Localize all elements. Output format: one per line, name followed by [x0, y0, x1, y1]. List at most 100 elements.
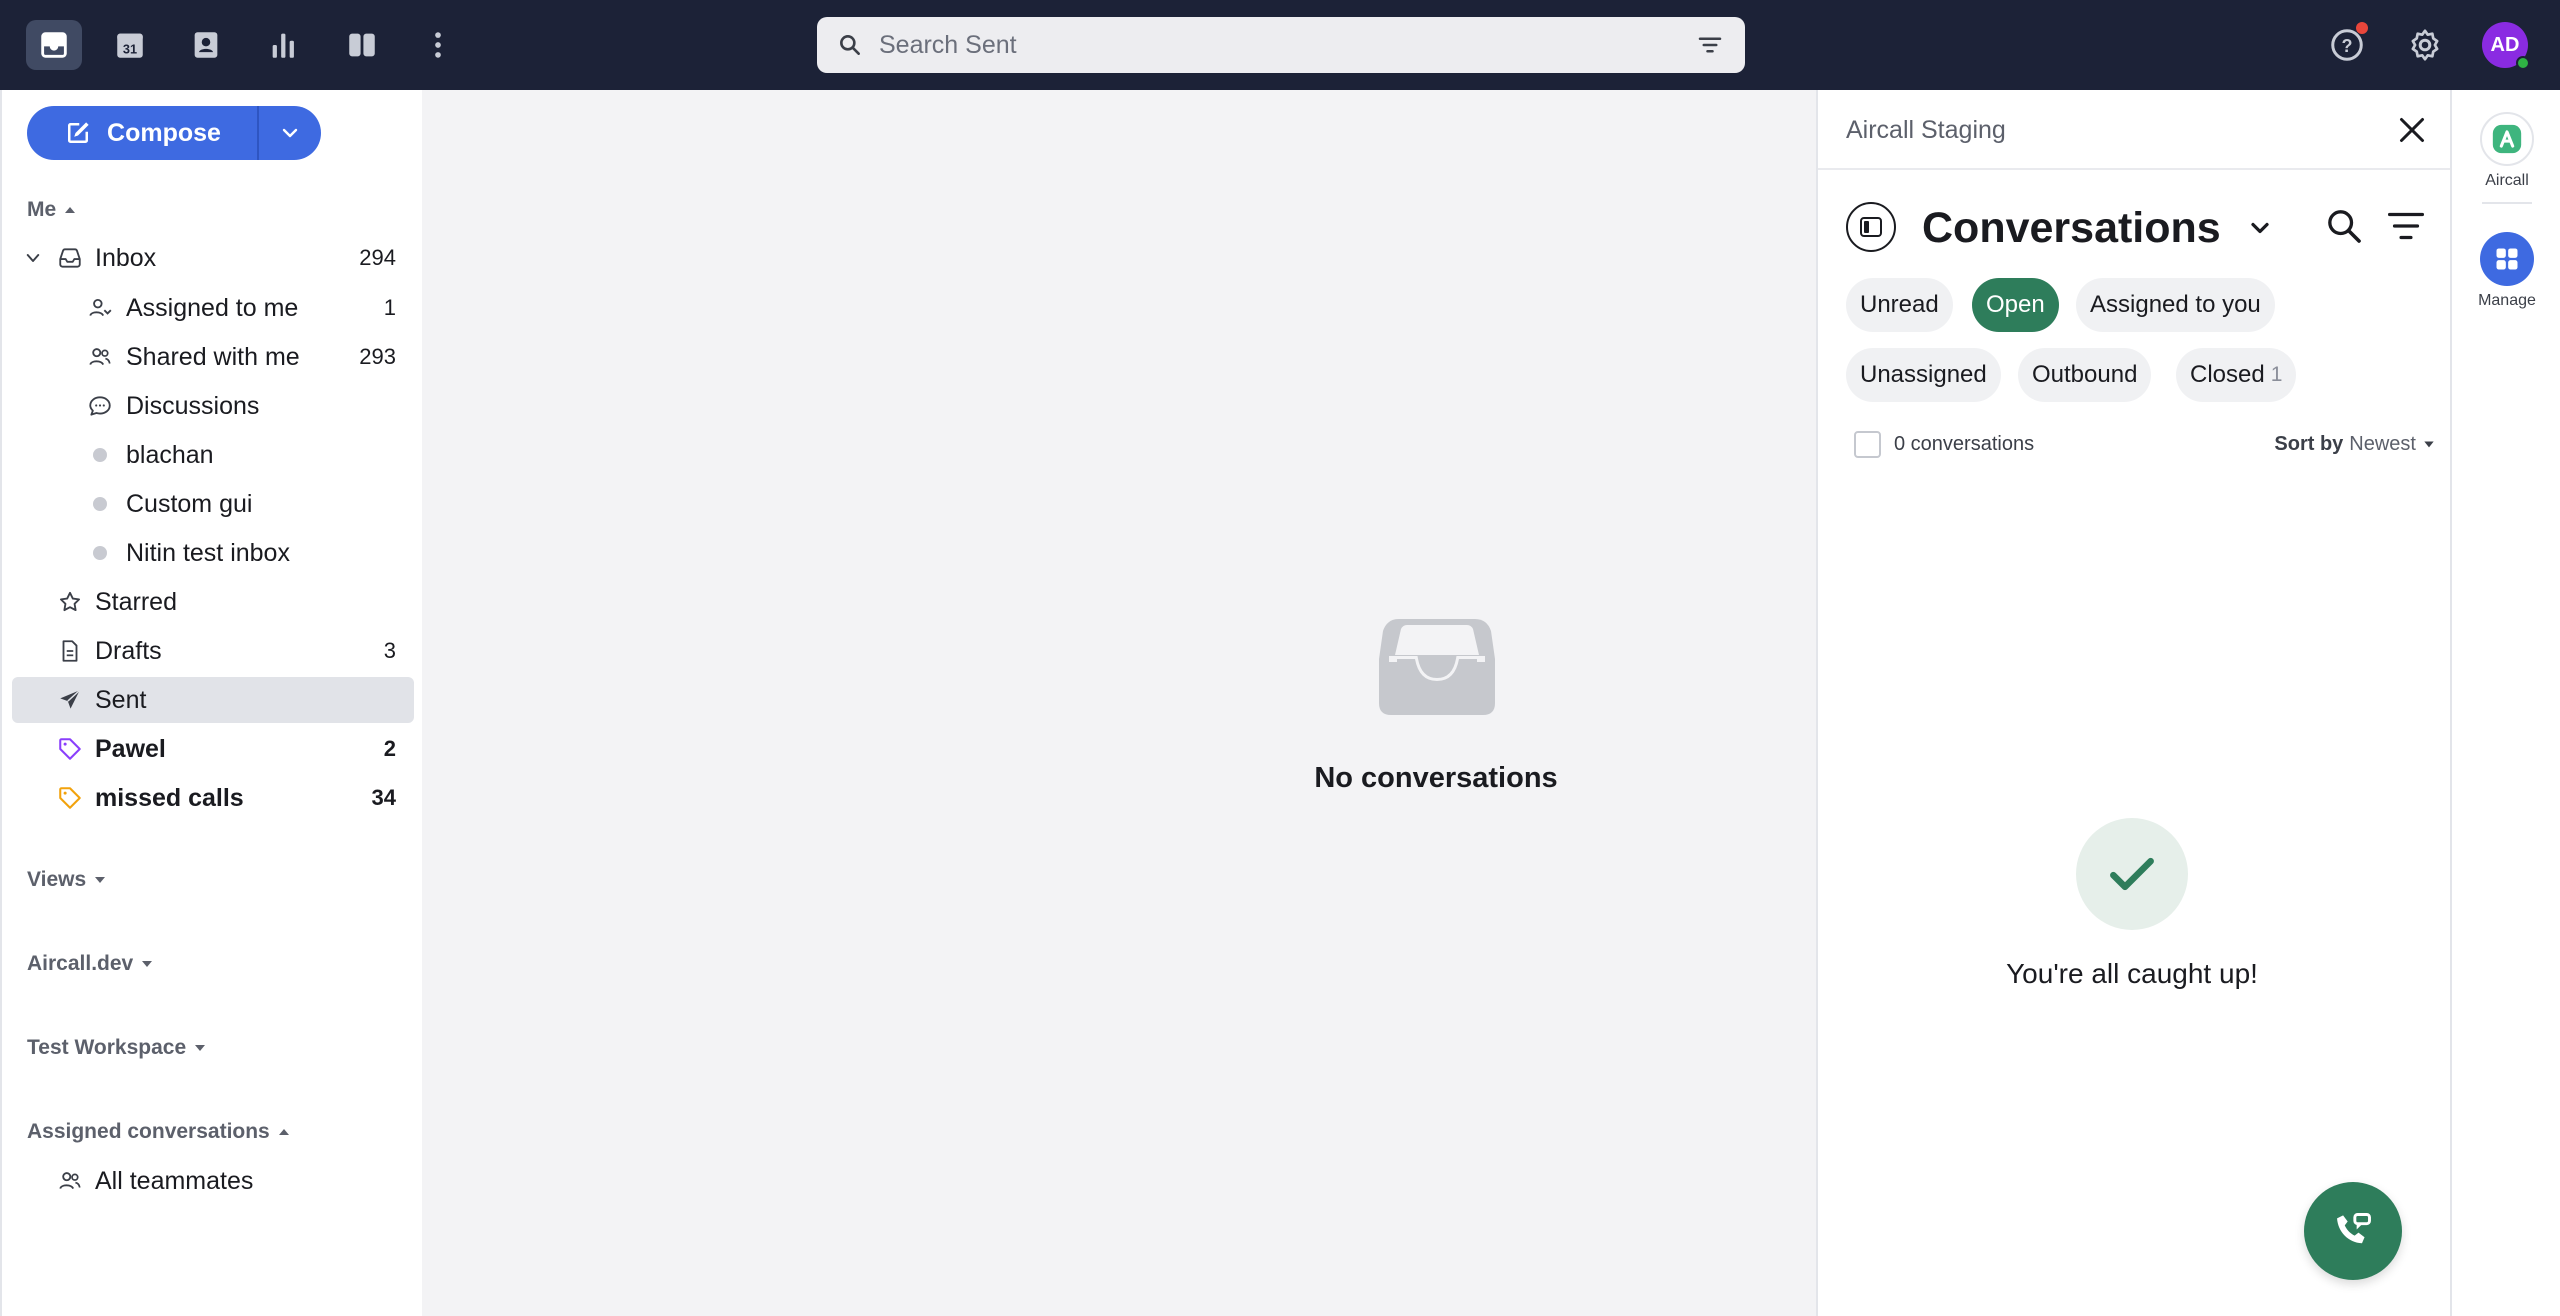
sidebar-item-all-teammates[interactable]: All teammates: [12, 1158, 414, 1204]
sidebar-item-sent[interactable]: Sent: [12, 677, 414, 723]
sidebar-item-custom-gui[interactable]: Custom gui: [12, 481, 414, 527]
sidebar-item-count: 293: [359, 344, 396, 369]
caret-down-icon: [95, 877, 106, 883]
sidebar-item-label: Starred: [95, 587, 177, 616]
section-me[interactable]: Me: [27, 198, 76, 222]
sort-label: Sort by: [2274, 433, 2344, 455]
sidebar-item-drafts[interactable]: Drafts 3: [12, 628, 414, 674]
sidebar-item-blachan[interactable]: blachan: [12, 432, 414, 478]
draft-document-icon: [56, 637, 84, 665]
search-icon: [840, 35, 860, 55]
caret-down-icon: [142, 961, 153, 967]
select-all-checkbox[interactable]: [1854, 431, 1881, 458]
more-vertical-icon[interactable]: [410, 20, 466, 70]
rail-app-label: Aircall: [2485, 172, 2529, 189]
sidebar-item-label: Assigned to me: [126, 293, 299, 322]
chevron-down-icon[interactable]: [24, 249, 42, 267]
chevron-down-icon[interactable]: [2246, 214, 2274, 242]
aircall-logo-icon: [2480, 112, 2534, 166]
compose-button[interactable]: Compose: [27, 106, 259, 160]
filter-chip-closed[interactable]: Closed 1: [2176, 348, 2297, 402]
avatar[interactable]: AD: [2482, 22, 2530, 70]
sidebar-item-inbox[interactable]: Inbox 294: [12, 235, 414, 281]
section-aircall-dev-label: Aircall.dev: [27, 952, 134, 975]
sidebar-item-shared-with-me[interactable]: Shared with me 293: [12, 334, 414, 380]
avatar-initials: AD: [2490, 33, 2520, 56]
filter-chip-outbound[interactable]: Outbound: [2018, 348, 2152, 402]
conversations-title: Conversations: [1922, 204, 2221, 252]
caret-down-icon: [195, 1045, 206, 1051]
discussion-bubble-icon: [86, 392, 114, 420]
section-assigned-conversations-label: Assigned conversations: [27, 1120, 270, 1143]
search-icon[interactable]: [2324, 206, 2364, 246]
inbox-icon: [56, 244, 84, 272]
compose-dropdown-button[interactable]: [259, 106, 321, 160]
sort-value: Newest: [2349, 433, 2416, 455]
search-filter-icon[interactable]: [1695, 30, 1725, 60]
sidebar: Compose Me Inbox 294 Assigned to me 1 Sh…: [0, 90, 422, 1316]
split-view-icon[interactable]: [334, 20, 390, 70]
section-me-label: Me: [27, 198, 57, 221]
filter-icon[interactable]: [2386, 208, 2426, 244]
sidebar-item-count: 2: [383, 736, 396, 761]
sidebar-item-label: Nitin test inbox: [126, 538, 290, 567]
sidebar-item-label: missed calls: [95, 783, 244, 812]
filter-chip-unread[interactable]: Unread: [1846, 278, 1953, 332]
panel-header: Aircall Staging: [1818, 90, 2452, 170]
panel-title: Aircall Staging: [1846, 116, 2006, 144]
aircall-panel: Aircall Staging Conversations Unread Ope…: [1816, 90, 2452, 1316]
conversations-header: Conversations: [1846, 200, 2436, 252]
top-bar: 31 Search Sent ? AD: [0, 0, 2560, 90]
section-test-workspace[interactable]: Test Workspace: [27, 1036, 206, 1060]
section-views-label: Views: [27, 868, 87, 891]
section-aircall-dev[interactable]: Aircall.dev: [27, 952, 153, 976]
sidebar-item-label: blachan: [126, 440, 214, 469]
compose-button-group: Compose: [27, 106, 321, 160]
sidebar-item-label: Sent: [95, 685, 147, 714]
conversation-count: 0 conversations: [1894, 433, 2035, 455]
all-caught-up-icon: [2076, 818, 2188, 930]
section-assigned-conversations[interactable]: Assigned conversations: [27, 1120, 290, 1144]
phone-icon: [2337, 1213, 2371, 1244]
caret-up-icon: [278, 1129, 289, 1135]
rail-app-aircall[interactable]: Aircall: [2452, 112, 2560, 190]
contacts-icon[interactable]: [178, 20, 234, 70]
inbox-app-icon[interactable]: [26, 20, 82, 70]
caret-down-icon: [2424, 441, 2434, 447]
filter-chip-unassigned[interactable]: Unassigned: [1846, 348, 2001, 402]
filter-chip-assigned-to-you[interactable]: Assigned to you: [2076, 278, 2275, 332]
analytics-icon[interactable]: [256, 20, 312, 70]
help-icon[interactable]: ?: [2324, 22, 2370, 68]
bullet-icon: [86, 441, 114, 469]
rail-app-label: Manage: [2478, 292, 2536, 309]
rail-app-manage[interactable]: Manage: [2452, 232, 2560, 310]
bullet-icon: [86, 490, 114, 518]
sidebar-item-missed-calls[interactable]: missed calls 34: [12, 775, 414, 821]
sidebar-item-count: 1: [383, 295, 396, 320]
inbox-tray-icon: [1379, 619, 1495, 715]
section-views[interactable]: Views: [27, 868, 106, 892]
sidebar-item-assigned-to-me[interactable]: Assigned to me 1: [12, 285, 414, 331]
compose-label: Compose: [107, 118, 221, 147]
empty-inbox-icon: [958, 528, 1316, 714]
sidebar-item-nitin-test-inbox[interactable]: Nitin test inbox: [12, 530, 414, 576]
section-test-workspace-label: Test Workspace: [27, 1036, 187, 1059]
filter-chip-open[interactable]: Open: [1972, 278, 2059, 332]
sidebar-item-discussions[interactable]: Discussions: [12, 383, 414, 429]
notification-dot: [2356, 22, 2368, 34]
dialer-button[interactable]: [2304, 1182, 2402, 1280]
sidebar-item-label: Shared with me: [126, 342, 300, 371]
gear-icon[interactable]: [2402, 22, 2448, 68]
sort-dropdown[interactable]: Sort by Newest: [2274, 433, 2436, 456]
calendar-icon[interactable]: 31: [102, 20, 158, 70]
chip-count: 1: [2270, 363, 2283, 386]
sidebar-item-starred[interactable]: Starred: [12, 579, 414, 625]
search-bar[interactable]: Search Sent: [817, 17, 1745, 73]
sidebar-item-pawel[interactable]: Pawel 2: [12, 726, 414, 772]
online-status-dot: [2516, 56, 2530, 70]
panel-sidebar-toggle[interactable]: [1846, 202, 1896, 252]
sidebar-toggle-icon: [1860, 217, 1882, 237]
close-icon[interactable]: [2394, 112, 2430, 148]
sidebar-item-label: Drafts: [95, 636, 162, 665]
search-input[interactable]: Search Sent: [879, 31, 1695, 60]
